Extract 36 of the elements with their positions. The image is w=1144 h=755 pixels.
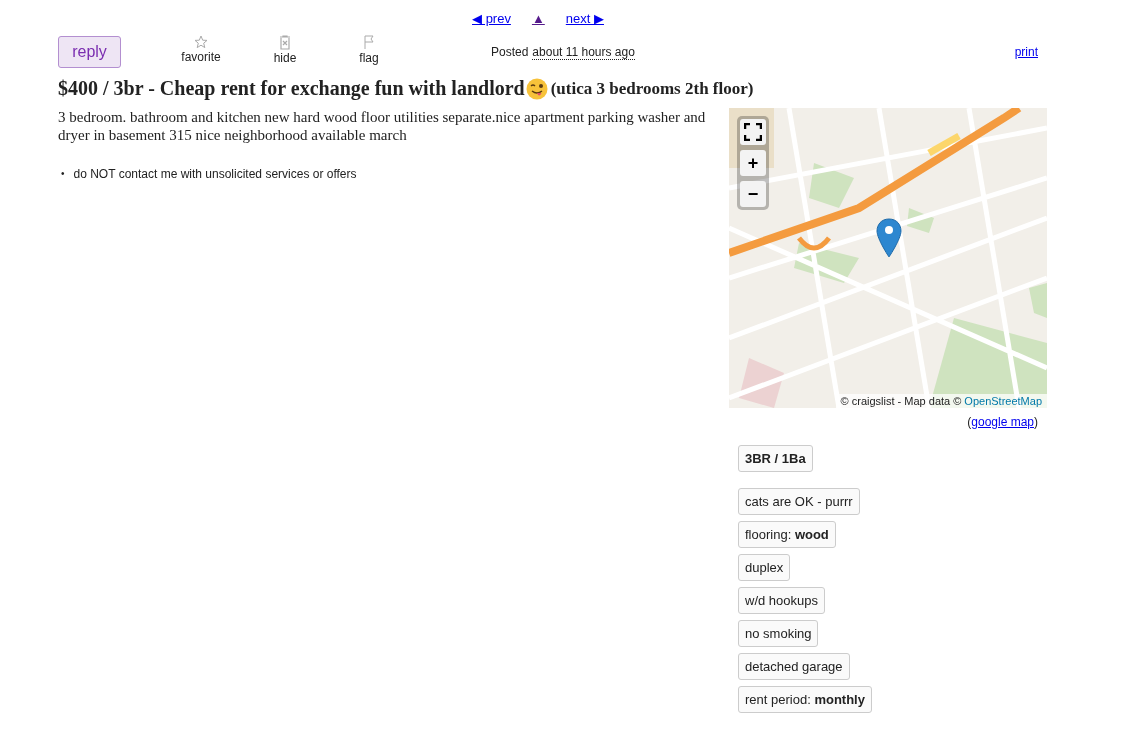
- paren-text: ): [1034, 415, 1038, 429]
- notice-item: do NOT contact me with unsolicited services or offers: [73, 166, 357, 182]
- map-pin-icon: [876, 218, 902, 258]
- posted-time: about 11 hours ago: [532, 44, 635, 60]
- bullet-mark: •: [61, 167, 65, 181]
- attribute-tag: detached garage: [738, 653, 850, 680]
- emoji-icon: [525, 77, 548, 100]
- attribute-tag: cats are OK - purrr: [738, 488, 860, 515]
- reply-button[interactable]: reply: [58, 36, 121, 68]
- action-label[interactable]: hide: [273, 51, 297, 65]
- fullscreen-button[interactable]: [740, 119, 766, 145]
- attribute-tag: duplex: [738, 554, 791, 581]
- zoom-out-button[interactable]: −: [740, 181, 766, 207]
- paren-text: (: [967, 415, 972, 429]
- action-label[interactable]: favorite: [181, 50, 221, 64]
- posting-title: $400 / 3br - Cheap rent for exchange fun with landlord: [58, 77, 525, 100]
- trash-icon[interactable]: [278, 35, 292, 50]
- next-link[interactable]: next ▶: [565, 11, 604, 26]
- action-label[interactable]: flag: [359, 51, 379, 65]
- attribute-tag: 3BR / 1Ba: [738, 445, 813, 472]
- attribute-tag: flooring: wood: [738, 521, 836, 548]
- prev-link[interactable]: ◀ prev: [472, 11, 511, 26]
- flag-icon[interactable]: [363, 35, 375, 49]
- location-text: (utica 3 bedrooms 2th floor): [550, 78, 754, 99]
- print-link[interactable]: print: [1014, 45, 1038, 59]
- zoom-in-button[interactable]: +: [740, 150, 766, 176]
- attribute-tag: w/d hookups: [738, 587, 825, 614]
- star-icon[interactable]: [194, 35, 208, 49]
- map-attribution: © craigslist - Map data ©: [840, 395, 962, 407]
- posted-label: Posted: [491, 44, 529, 60]
- openstreetmap-link[interactable]: OpenStreetMap: [964, 395, 1042, 407]
- posting-body: 3 bedroom. bathroom and kitchen new hard wood floor utilities separate.nice apartment parking washer and dryer in basement 315 nice neighborhood available march: [58, 108, 707, 144]
- google-map-link[interactable]: google map: [971, 415, 1034, 429]
- attribute-tag: rent period: monthly: [738, 686, 872, 713]
- up-link[interactable]: ▲: [531, 11, 545, 26]
- attribute-tag: no smoking: [738, 620, 819, 647]
